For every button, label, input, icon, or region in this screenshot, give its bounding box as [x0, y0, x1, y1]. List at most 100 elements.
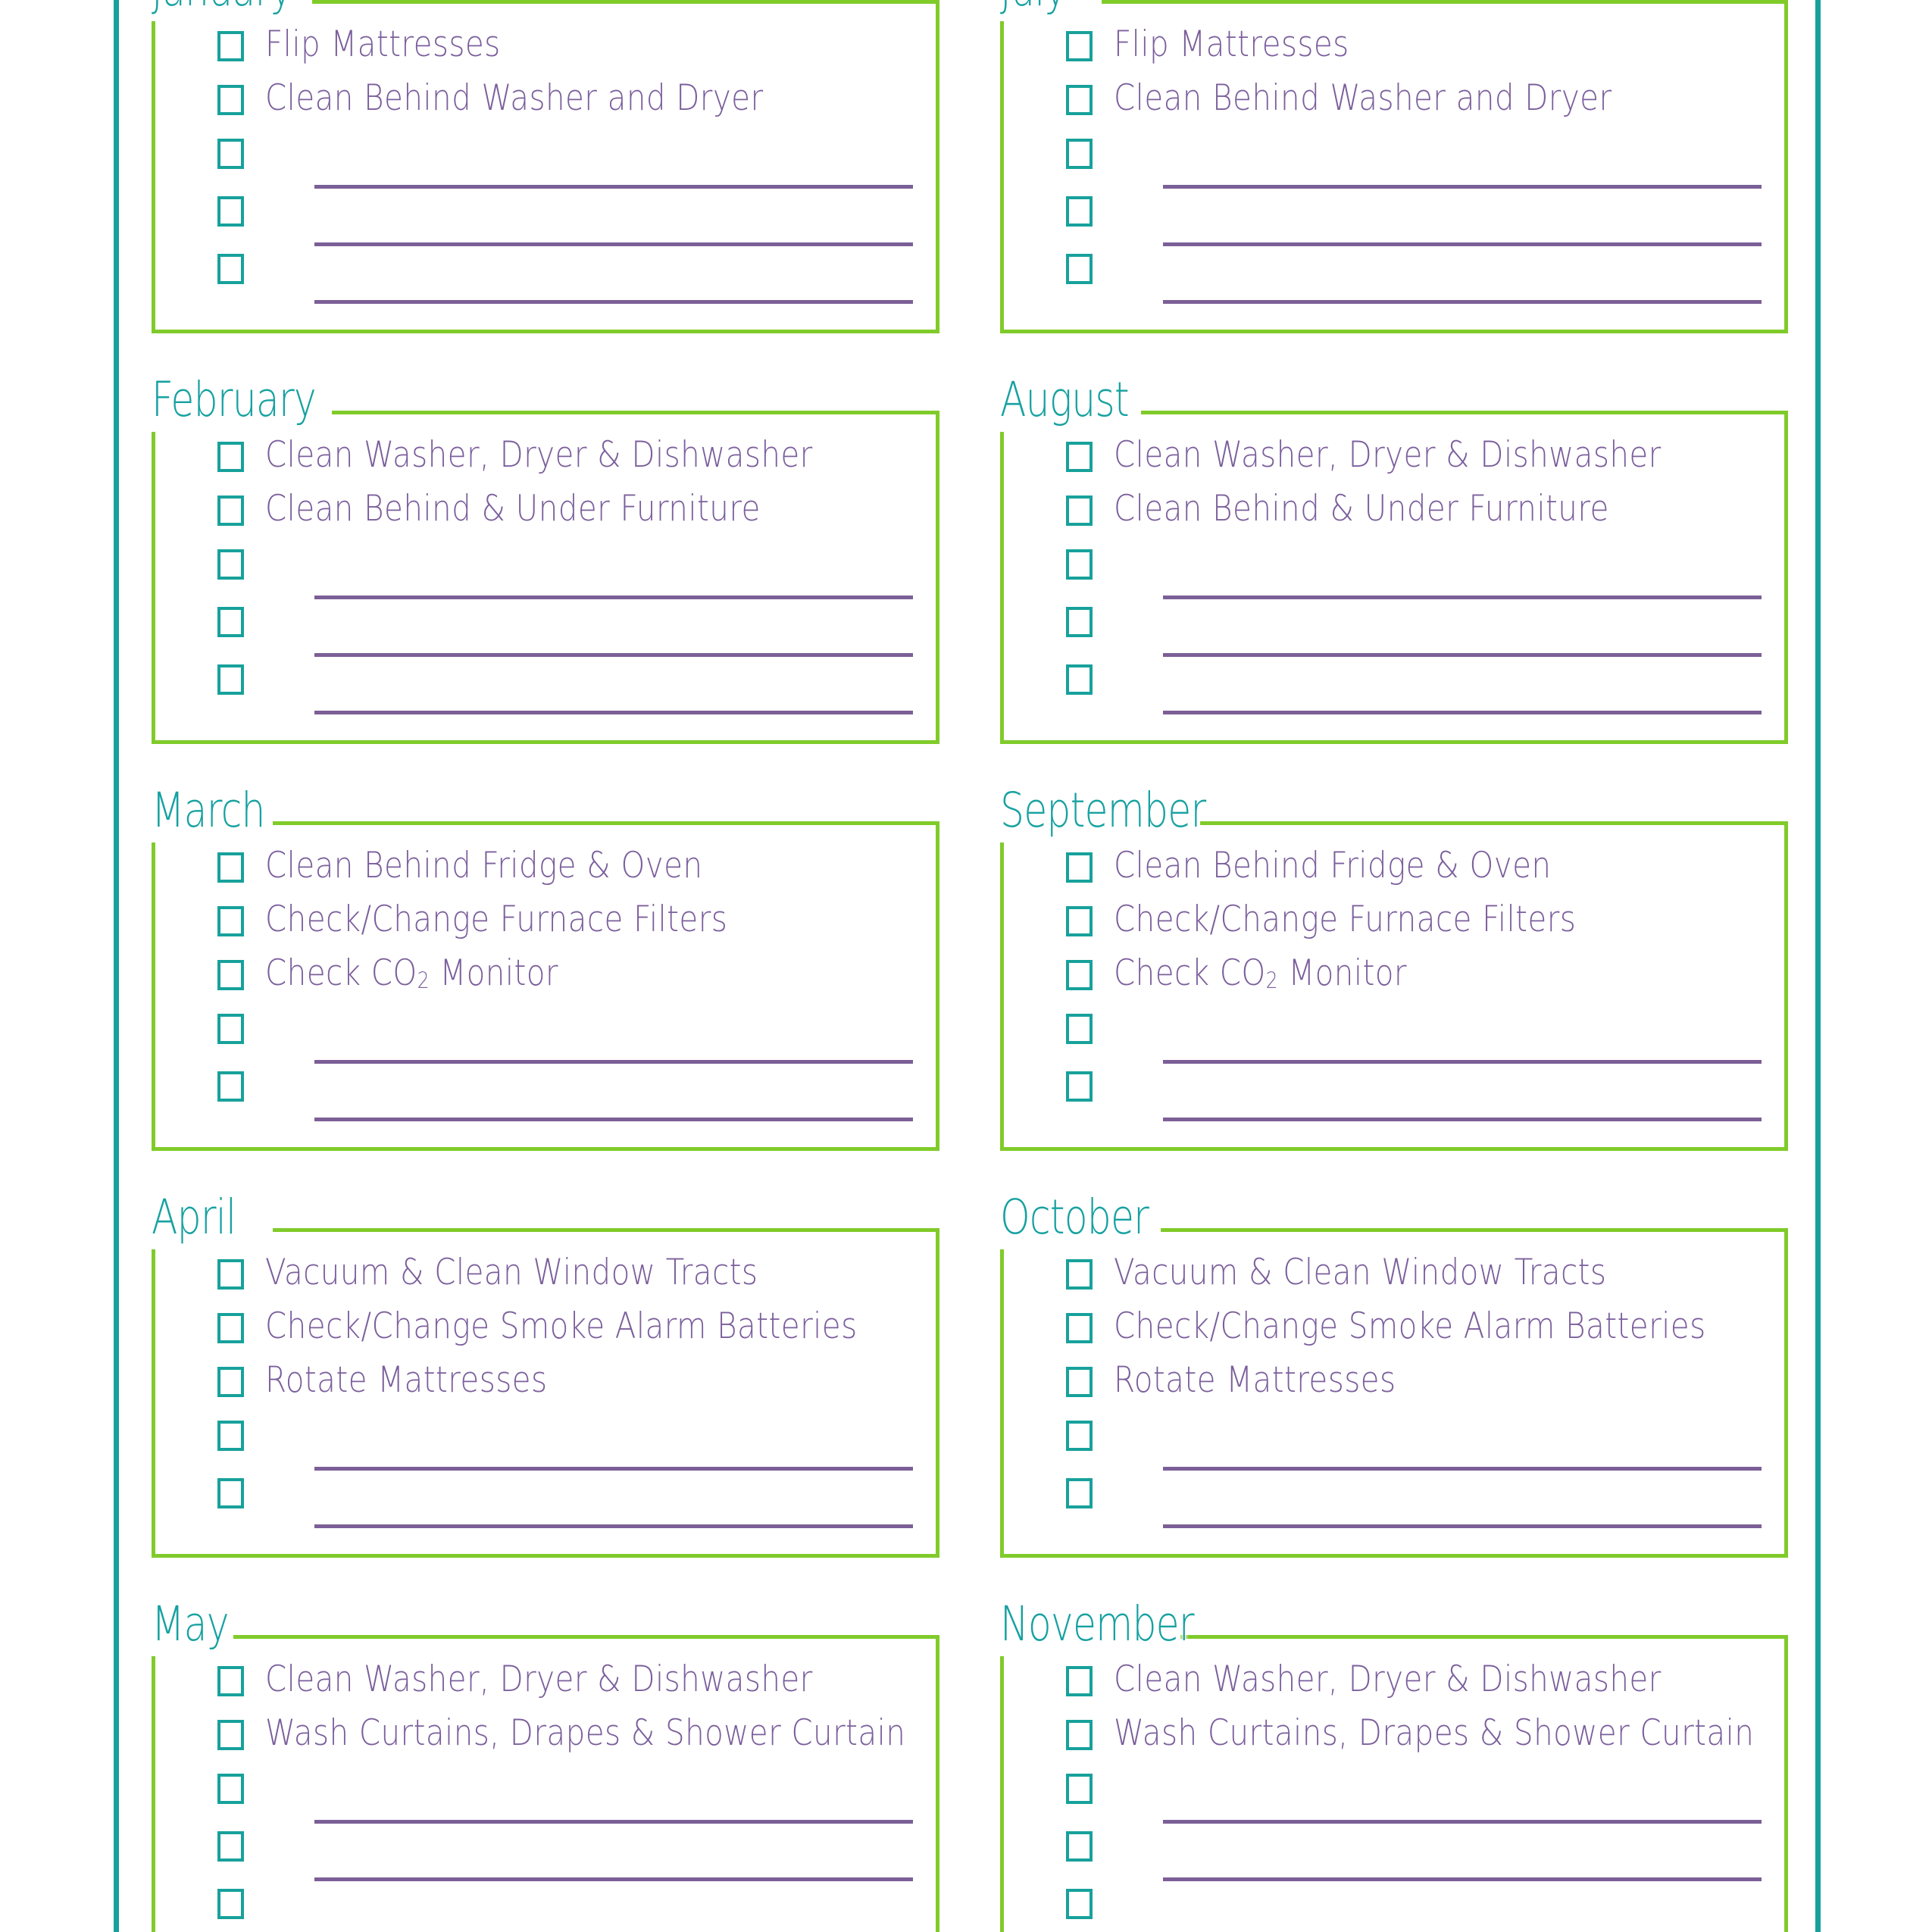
checkbox-icon[interactable]: [217, 1720, 244, 1750]
task-row: Wash Curtains, Drapes & Shower Curtain: [155, 1712, 921, 1766]
blank-task-row[interactable]: [1004, 131, 1769, 189]
blank-task-row[interactable]: [155, 1064, 921, 1121]
blank-task-row[interactable]: [1004, 189, 1769, 246]
checklist-page: JanuaryFlip MattressesClean Behind Washe…: [0, 0, 1932, 1932]
checkbox-icon[interactable]: [1066, 1831, 1093, 1862]
blank-task-row[interactable]: [1004, 1766, 1769, 1824]
blank-task-row[interactable]: [155, 1824, 921, 1881]
blank-task-row[interactable]: [1004, 542, 1769, 599]
blank-task-row[interactable]: [1004, 1824, 1769, 1881]
checkbox-icon[interactable]: [217, 254, 244, 284]
checkbox-icon[interactable]: [1066, 196, 1093, 227]
checkbox-icon[interactable]: [1066, 1720, 1093, 1750]
checkbox-icon[interactable]: [1066, 442, 1093, 472]
checkbox-icon[interactable]: [1066, 1478, 1093, 1508]
month-card-september: September Clean Behind Fridge & Oven Check…: [997, 774, 1788, 1151]
checkbox-icon[interactable]: [1066, 1014, 1093, 1044]
blank-task-row[interactable]: [155, 657, 921, 714]
checkbox-icon[interactable]: [1066, 496, 1093, 526]
month-box-september: Clean Behind Fridge & Oven Check/Change F…: [997, 818, 1788, 1151]
blank-task-row[interactable]: [1004, 1471, 1769, 1528]
write-line-icon[interactable]: [314, 711, 913, 714]
write-line-icon[interactable]: [1163, 300, 1762, 304]
checkbox-icon[interactable]: [217, 139, 244, 169]
checkbox-icon[interactable]: [1066, 664, 1093, 695]
checkbox-icon[interactable]: [1066, 31, 1093, 61]
write-line-icon[interactable]: [314, 1524, 913, 1528]
checkbox-icon[interactable]: [1066, 1889, 1093, 1919]
checkbox-icon[interactable]: [217, 1831, 244, 1862]
checkbox-icon[interactable]: [217, 852, 244, 883]
checkbox-icon[interactable]: [1066, 1071, 1093, 1102]
checkbox-icon[interactable]: [217, 85, 244, 115]
blank-task-row[interactable]: [1004, 1006, 1769, 1064]
task-row: Clean Behind Washer and Dryer: [155, 77, 921, 131]
write-line-icon[interactable]: [1163, 1524, 1762, 1528]
blank-task-row[interactable]: [155, 1881, 921, 1932]
checkbox-icon[interactable]: [1066, 549, 1093, 580]
blank-task-row[interactable]: [1004, 1064, 1769, 1121]
checkbox-icon[interactable]: [217, 664, 244, 695]
month-box-may: Clean Washer, Dryer & Dishwasher Wash Cur…: [148, 1632, 939, 1932]
write-line-icon[interactable]: [1163, 711, 1762, 714]
task-row: Check/Change Furnace Filters: [1004, 899, 1769, 952]
blank-task-row[interactable]: [155, 542, 921, 599]
checkbox-icon[interactable]: [217, 1014, 244, 1044]
checkbox-icon[interactable]: [1066, 607, 1093, 637]
checkbox-icon[interactable]: [1066, 1367, 1093, 1397]
checkbox-icon[interactable]: [1066, 254, 1093, 284]
month-box-august: Clean Washer, Dryer & Dishwasher Clean Be…: [997, 408, 1788, 744]
checkbox-icon[interactable]: [1066, 1313, 1093, 1343]
write-line-icon[interactable]: [314, 300, 913, 304]
checkbox-icon[interactable]: [217, 1478, 244, 1508]
right-column: July Flip Mattresses Clean Behind Washer a…: [997, 0, 1788, 1932]
checkbox-icon[interactable]: [217, 442, 244, 472]
checkbox-icon[interactable]: [217, 960, 244, 990]
blank-task-row[interactable]: [155, 1413, 921, 1471]
checkbox-icon[interactable]: [217, 607, 244, 637]
blank-task-row[interactable]: [155, 1006, 921, 1064]
task-row: Clean Behind & Under Furniture: [1004, 488, 1769, 542]
blank-task-row[interactable]: [1004, 657, 1769, 714]
task-label: Clean Washer, Dryer & Dishwasher: [1114, 1658, 1662, 1700]
checkbox-icon[interactable]: [1066, 960, 1093, 990]
checkbox-icon[interactable]: [217, 1774, 244, 1804]
task-label: Check/Change Furnace Filters: [1114, 899, 1577, 940]
blank-task-row[interactable]: [155, 131, 921, 189]
checkbox-icon[interactable]: [217, 31, 244, 61]
blank-task-row[interactable]: [1004, 1413, 1769, 1471]
checkbox-icon[interactable]: [1066, 1421, 1093, 1451]
checkbox-icon[interactable]: [1066, 1259, 1093, 1290]
checkbox-icon[interactable]: [1066, 139, 1093, 169]
blank-task-row[interactable]: [1004, 246, 1769, 304]
task-row: Check CO2 Monitor: [1004, 952, 1769, 1006]
checkbox-icon[interactable]: [217, 906, 244, 936]
blank-task-row[interactable]: [1004, 599, 1769, 657]
write-line-icon[interactable]: [1163, 1118, 1762, 1121]
write-line-icon[interactable]: [314, 1118, 913, 1121]
checkbox-icon[interactable]: [1066, 1774, 1093, 1804]
checkbox-icon[interactable]: [217, 1071, 244, 1102]
checkbox-icon[interactable]: [217, 1666, 244, 1696]
blank-task-row[interactable]: [155, 599, 921, 657]
checkbox-icon[interactable]: [217, 1313, 244, 1343]
checkbox-icon[interactable]: [217, 496, 244, 526]
checkbox-icon[interactable]: [1066, 852, 1093, 883]
checkbox-icon[interactable]: [217, 1421, 244, 1451]
checkbox-icon[interactable]: [217, 1889, 244, 1919]
blank-task-row[interactable]: [155, 1766, 921, 1824]
checkbox-icon[interactable]: [217, 549, 244, 580]
task-row: Vacuum & Clean Window Tracts: [155, 1252, 921, 1305]
month-title-september: September: [1000, 783, 1206, 838]
blank-task-row[interactable]: [1004, 1881, 1769, 1932]
blank-task-row[interactable]: [155, 1471, 921, 1528]
checkbox-icon[interactable]: [1066, 906, 1093, 936]
checkbox-icon[interactable]: [217, 196, 244, 227]
task-label: Wash Curtains, Drapes & Shower Curtain: [1114, 1712, 1755, 1754]
blank-task-row[interactable]: [155, 189, 921, 246]
checkbox-icon[interactable]: [217, 1367, 244, 1397]
checkbox-icon[interactable]: [1066, 85, 1093, 115]
checkbox-icon[interactable]: [217, 1259, 244, 1290]
checkbox-icon[interactable]: [1066, 1666, 1093, 1696]
blank-task-row[interactable]: [155, 246, 921, 304]
